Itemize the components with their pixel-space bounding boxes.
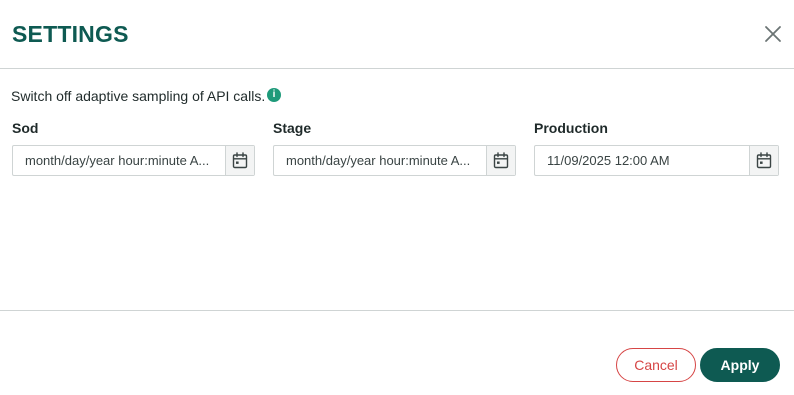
stage-label: Stage <box>273 120 312 136</box>
dialog-header: SETTINGS <box>0 0 794 69</box>
production-calendar-button[interactable] <box>749 146 778 175</box>
sod-date-field: month/day/year hour:minute A... <box>12 145 255 176</box>
sod-label: Sod <box>12 120 39 136</box>
stage-date-field: month/day/year hour:minute A... <box>273 145 516 176</box>
dialog-footer: Cancel Apply <box>0 310 794 395</box>
apply-button[interactable]: Apply <box>700 348 780 382</box>
close-button[interactable] <box>760 21 786 47</box>
sod-calendar-button[interactable] <box>225 146 254 175</box>
dialog-title: SETTINGS <box>12 21 129 47</box>
close-icon <box>765 26 781 42</box>
production-label: Production <box>534 120 608 136</box>
production-date-field: 11/09/2025 12:00 AM <box>534 145 779 176</box>
sampling-description: Switch off adaptive sampling of API call… <box>11 88 266 104</box>
calendar-icon <box>232 152 248 169</box>
cancel-button[interactable]: Cancel <box>616 348 696 382</box>
stage-calendar-button[interactable] <box>486 146 515 175</box>
dialog-body: Switch off adaptive sampling of API call… <box>0 69 794 310</box>
calendar-icon <box>756 152 772 169</box>
sod-date-input[interactable]: month/day/year hour:minute A... <box>13 146 228 175</box>
stage-date-input[interactable]: month/day/year hour:minute A... <box>274 146 489 175</box>
settings-dialog: SETTINGS Switch off adaptive sampling of… <box>0 0 794 394</box>
production-date-input[interactable]: 11/09/2025 12:00 AM <box>535 146 752 175</box>
calendar-icon <box>493 152 509 169</box>
info-icon[interactable]: i <box>267 88 281 102</box>
